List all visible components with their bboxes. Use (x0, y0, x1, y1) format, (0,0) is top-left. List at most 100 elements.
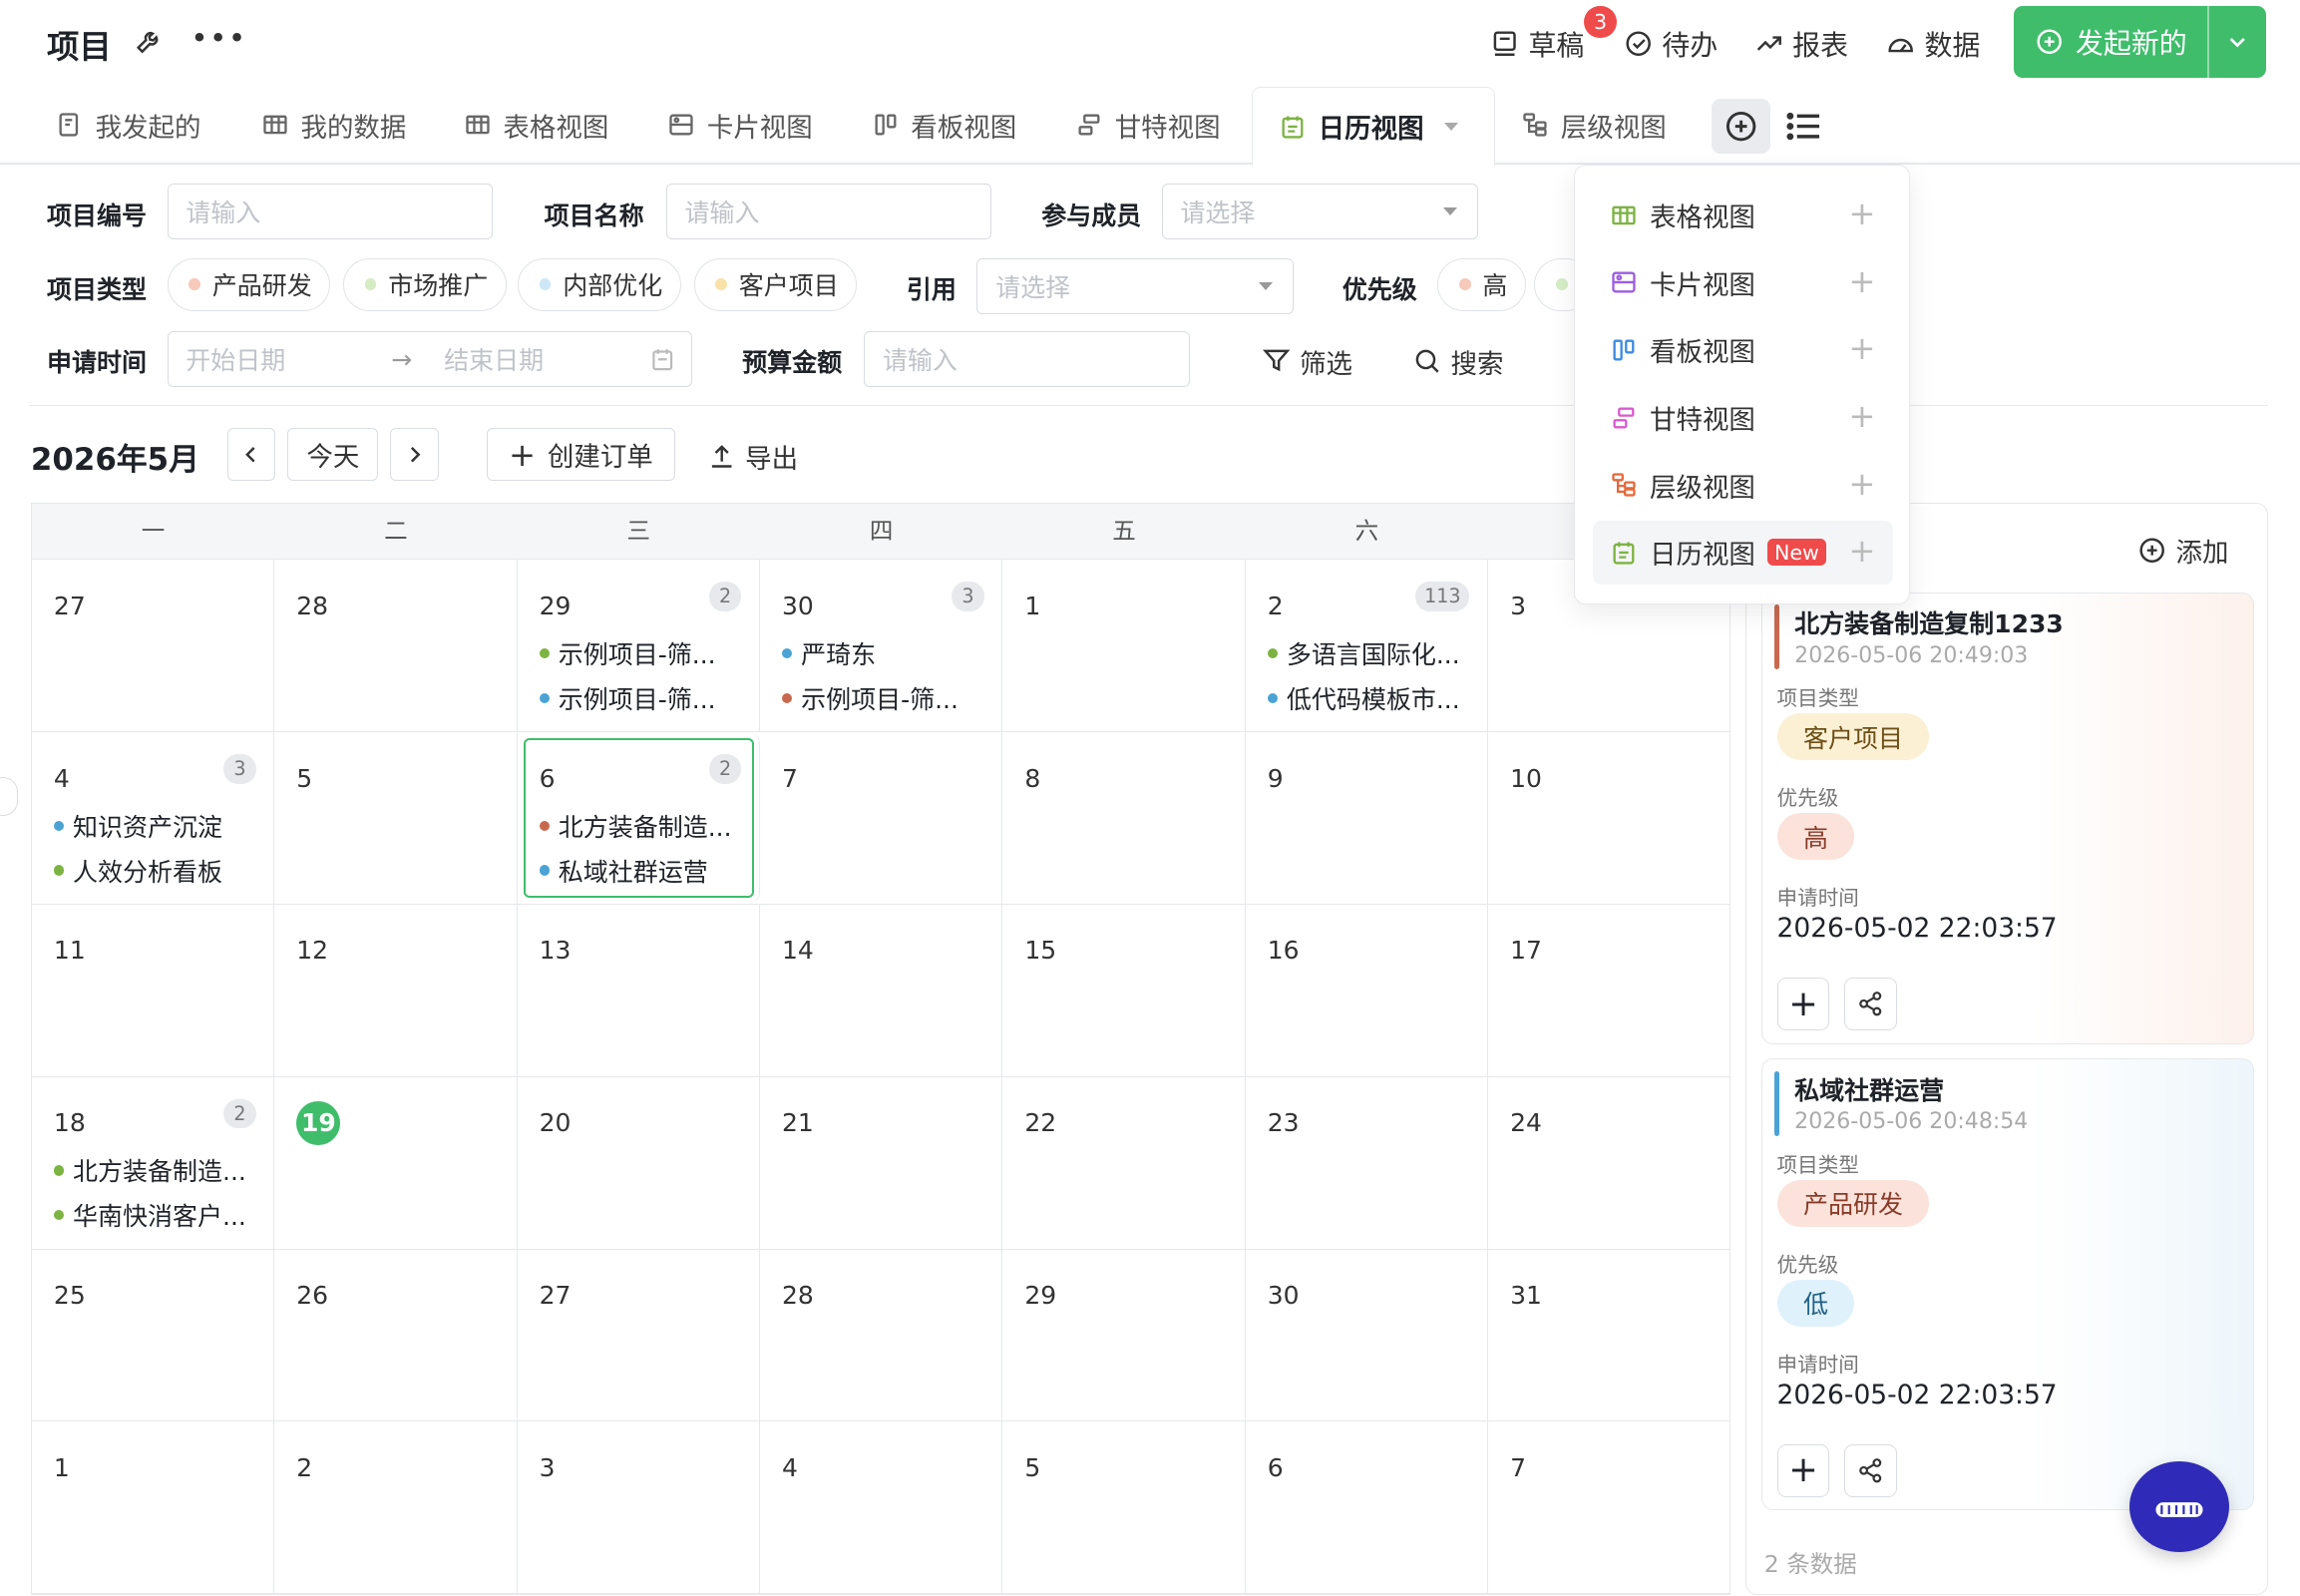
calendar-event[interactable]: 私域社群运营 (539, 853, 759, 889)
calendar-event[interactable]: 人效分析看板 (53, 853, 273, 889)
project-no-input[interactable]: 请输入 (167, 183, 494, 239)
calendar-day-cell[interactable]: 29 (1002, 1249, 1246, 1421)
type-option-product[interactable]: 产品研发 (167, 257, 331, 311)
calendar-event[interactable]: 示例项目-筛... (782, 680, 1001, 716)
type-option-internal[interactable]: 内部优化 (518, 257, 681, 311)
calendar-day-cell[interactable]: 14 (760, 904, 1003, 1076)
calendar-day-cell[interactable]: 2 (274, 1421, 518, 1594)
ref-select[interactable]: 请选择 (976, 257, 1295, 314)
plus-icon[interactable]: + (1848, 265, 1875, 297)
tab-my-data[interactable]: 我的数据 (261, 106, 406, 145)
type-option-customer[interactable]: 客户项目 (693, 257, 858, 311)
calendar-day-cell[interactable]: 30 3 严琦东 示例项目-筛... (760, 560, 1003, 732)
share-button[interactable] (1844, 977, 1898, 1030)
calendar-day-cell[interactable]: 26 (274, 1249, 518, 1421)
calendar-day-cell[interactable]: 24 (1488, 1076, 1731, 1249)
menu-item-hierarchy-view[interactable]: 层级视图 + (1593, 453, 1893, 518)
calendar-day-cell[interactable]: 4 (760, 1421, 1003, 1594)
tab-my-initiated[interactable]: 我发起的 (56, 106, 200, 145)
export-button[interactable]: 导出 (707, 437, 798, 476)
budget-input[interactable]: 请输入 (864, 331, 1190, 388)
menu-item-table-view[interactable]: 表格视图 + (1593, 183, 1893, 247)
calendar-event[interactable]: 北方装备制造... (539, 808, 759, 844)
calendar-day-cell[interactable]: 19 (274, 1076, 518, 1249)
calendar-day-cell[interactable]: 18 2 北方装备制造... 华南快消客户... (32, 1076, 275, 1249)
create-order-button[interactable]: + 创建订单 (487, 428, 675, 482)
calendar-day-cell[interactable]: 4 3 知识资产沉淀 人效分析看板 (32, 732, 275, 904)
plus-icon[interactable]: + (1848, 332, 1875, 364)
calendar-event[interactable]: 华南快消客户... (53, 1197, 273, 1233)
menu-item-calendar-view[interactable]: 日历视图 New + (1592, 520, 1894, 586)
menu-item-gantt-view[interactable]: 甘特视图 + (1593, 385, 1893, 450)
members-select[interactable]: 请选择 (1161, 183, 1479, 239)
date-range-input[interactable]: 开始日期 → 结束日期 (167, 331, 693, 388)
calendar-day-cell[interactable]: 8 (1002, 732, 1246, 904)
plus-icon[interactable]: + (1848, 467, 1875, 500)
todo-button[interactable]: 待办 (1624, 24, 1718, 64)
tab-gantt-view[interactable]: 甘特视图 (1075, 106, 1221, 145)
add-button[interactable]: + (1776, 977, 1830, 1030)
add-button[interactable]: + (1776, 1443, 1830, 1497)
tab-calendar-view[interactable]: 日历视图 (1251, 86, 1495, 167)
calendar-day-cell[interactable]: 13 (518, 904, 760, 1076)
calendar-day-cell[interactable]: 30 (1246, 1249, 1489, 1421)
calendar-day-cell[interactable]: 27 (518, 1249, 760, 1421)
calendar-day-cell[interactable]: 15 (1002, 904, 1246, 1076)
wrench-icon[interactable] (135, 26, 164, 55)
calendar-day-cell[interactable]: 6 2 北方装备制造... 私域社群运营 (518, 732, 760, 904)
calendar-event[interactable]: 示例项目-筛... (539, 635, 759, 671)
search-button[interactable]: 搜索 (1412, 342, 1503, 381)
caret-down-icon[interactable] (1444, 122, 1459, 132)
share-button[interactable] (1844, 1443, 1898, 1497)
more-icon[interactable]: ••• (191, 21, 246, 55)
collapse-handle[interactable] (0, 777, 18, 816)
add-button[interactable]: 添加 (2137, 531, 2228, 570)
calendar-day-cell[interactable]: 22 (1002, 1076, 1246, 1249)
calendar-day-cell[interactable]: 1 (32, 1421, 275, 1594)
record-card[interactable]: 北方装备制造复制1233 2026-05-06 20:49:03 项目类型 客户… (1760, 592, 2254, 1044)
calendar-day-cell[interactable]: 3 (518, 1421, 760, 1594)
calendar-day-cell[interactable]: 25 (32, 1249, 275, 1421)
calendar-day-cell[interactable]: 5 (274, 732, 518, 904)
menu-item-card-view[interactable]: 卡片视图 + (1593, 250, 1893, 315)
calendar-day-cell[interactable]: 17 (1488, 904, 1731, 1076)
calendar-day-cell[interactable]: 31 (1488, 1249, 1731, 1421)
create-new-main[interactable]: 发起新的 (2014, 22, 2207, 62)
tab-table-view[interactable]: 表格视图 (464, 106, 608, 145)
plus-icon[interactable]: + (1848, 535, 1875, 567)
record-card[interactable]: 私域社群运营 2026-05-06 20:48:54 项目类型 产品研发 优先级… (1760, 1058, 2254, 1511)
calendar-day-cell[interactable]: 2 113 多语言国际化... 低代码模板市... (1246, 560, 1489, 732)
draft-button[interactable]: 草稿 (1490, 24, 1584, 64)
calendar-day-cell[interactable]: 9 (1246, 732, 1489, 904)
project-name-input[interactable]: 请输入 (665, 183, 992, 239)
calendar-event[interactable]: 低代码模板市... (1267, 680, 1487, 716)
calendar-day-cell[interactable]: 21 (760, 1076, 1003, 1249)
create-new-dropdown[interactable] (2209, 29, 2266, 55)
filter-button[interactable]: 筛选 (1262, 342, 1352, 381)
calendar-day-cell[interactable]: 28 (760, 1249, 1003, 1421)
calendar-day-cell[interactable]: 29 2 示例项目-筛... 示例项目-筛... (518, 560, 760, 732)
calendar-day-cell[interactable]: 5 (1002, 1421, 1246, 1594)
calendar-day-cell[interactable]: 16 (1246, 904, 1489, 1076)
assistant-bot-icon[interactable] (2129, 1460, 2230, 1552)
next-month-button[interactable] (390, 428, 439, 482)
report-button[interactable]: 报表 (1754, 24, 1848, 64)
calendar-day-cell[interactable]: 1 (1002, 560, 1246, 732)
calendar-day-cell[interactable]: 20 (518, 1076, 760, 1249)
calendar-day-cell[interactable]: 23 (1246, 1076, 1489, 1249)
type-option-marketing[interactable]: 市场推广 (343, 257, 507, 311)
calendar-event[interactable]: 严琦东 (782, 635, 1001, 671)
calendar-event[interactable]: 北方装备制造... (53, 1152, 273, 1188)
data-button[interactable]: 数据 (1886, 24, 1980, 64)
list-icon[interactable] (1783, 106, 1824, 147)
calendar-event[interactable]: 知识资产沉淀 (53, 808, 273, 844)
today-button[interactable]: 今天 (287, 428, 379, 482)
create-new-button[interactable]: 发起新的 (2014, 5, 2267, 78)
calendar-day-cell[interactable]: 6 (1246, 1421, 1489, 1594)
calendar-day-cell[interactable]: 7 (760, 732, 1003, 904)
tab-card-view[interactable]: 卡片视图 (667, 106, 813, 145)
calendar-day-cell[interactable]: 7 (1488, 1421, 1731, 1594)
calendar-event[interactable]: 示例项目-筛... (539, 680, 759, 716)
plus-icon[interactable]: + (1848, 400, 1875, 432)
calendar-day-cell[interactable]: 10 (1488, 732, 1731, 904)
